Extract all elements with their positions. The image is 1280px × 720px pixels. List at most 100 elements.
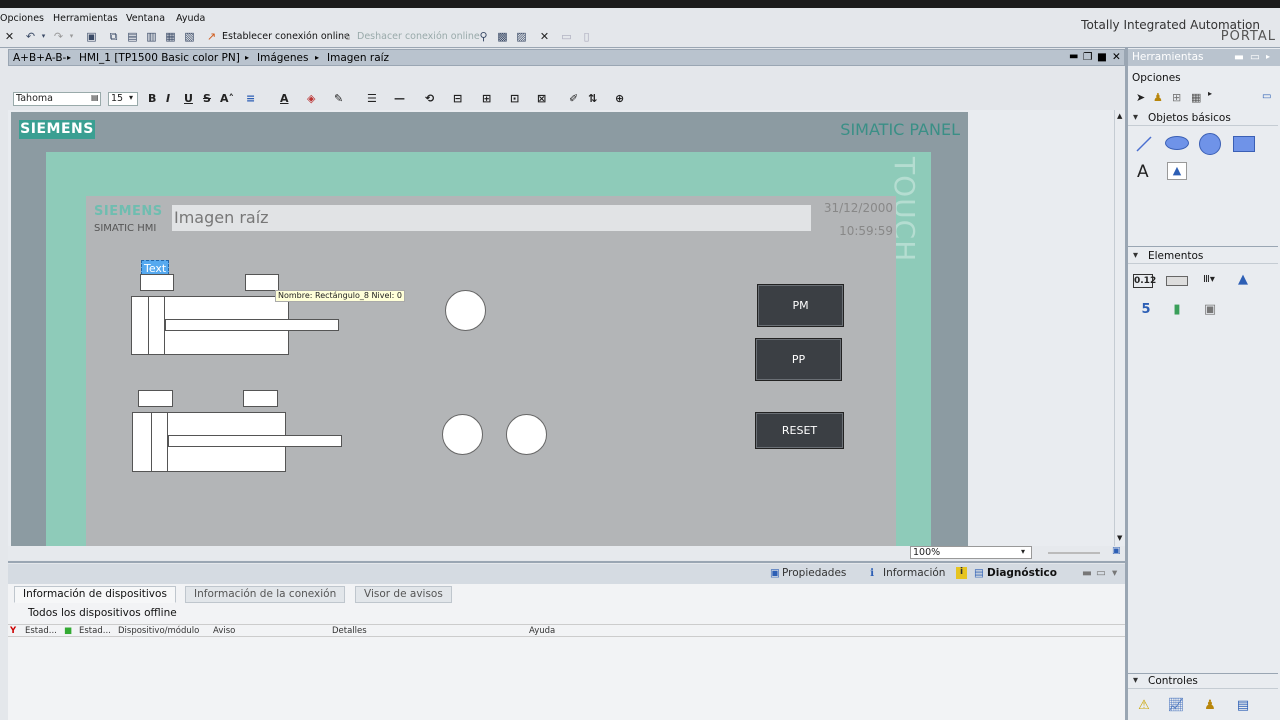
hmi-text-field-selected[interactable]: Text xyxy=(141,260,170,275)
align-objects-icon[interactable]: ⊟ xyxy=(453,92,462,105)
connect-online-button[interactable]: Establecer conexión online xyxy=(222,31,350,42)
io-field-icon[interactable]: 0.12 xyxy=(1133,274,1156,288)
maximize-icon[interactable]: ■ xyxy=(1097,51,1107,63)
sensor-rectangle[interactable] xyxy=(138,390,173,407)
column-message[interactable]: Aviso xyxy=(213,626,235,636)
tab-connection-info[interactable]: Información de la conexión xyxy=(185,586,346,603)
superscript-icon[interactable]: A˄ xyxy=(220,92,234,105)
collapse-icon[interactable]: ▾ xyxy=(1133,250,1138,261)
restore-icon[interactable]: ❐ xyxy=(1083,51,1092,63)
zoom-tool-icon[interactable]: ⊕ xyxy=(615,92,624,105)
line-tool-icon[interactable] xyxy=(1134,134,1154,154)
tools-pin-icon[interactable]: ▸ xyxy=(1266,52,1270,61)
indicator-lamp[interactable] xyxy=(506,414,547,455)
cylinder-a-rod[interactable] xyxy=(165,319,339,331)
editor-vertical-scrollbar[interactable]: ▲ ▼ xyxy=(1114,110,1125,546)
hmi-screen[interactable]: SIEMENS SIMATIC HMI Imagen raíz 31/12/20… xyxy=(86,196,896,546)
tab-device-info[interactable]: Información de dispositivos xyxy=(14,586,176,603)
menu-ventana[interactable]: Ventana xyxy=(126,13,165,24)
same-size-icon[interactable]: ⊡ xyxy=(510,92,519,105)
symbolic-io-icon[interactable]: Ⅲ▾ xyxy=(1199,270,1219,290)
panel-collapse-icon[interactable]: ▭ xyxy=(1096,567,1106,579)
section-controls[interactable]: ▾ Controles xyxy=(1128,674,1278,689)
rotate-icon[interactable]: ⟲ xyxy=(425,92,434,105)
strikethrough-icon[interactable]: S xyxy=(203,92,211,105)
section-basic-objects[interactable]: ▾ Objetos básicos xyxy=(1128,111,1278,126)
indicator-lamp[interactable] xyxy=(442,414,483,455)
panel-restore-icon[interactable]: ▬ xyxy=(1082,567,1092,579)
view-mode-icon[interactable]: ▭ xyxy=(1262,91,1271,102)
zoom-select[interactable]: 100% xyxy=(910,546,1032,559)
cylinder-b-piston[interactable] xyxy=(151,412,168,472)
fill-color-icon[interactable]: ◈ xyxy=(307,92,315,105)
line-width-icon[interactable]: — xyxy=(394,92,405,105)
align-icon[interactable]: ≡ xyxy=(246,92,255,105)
graphic-io-icon[interactable]: ▲ xyxy=(1233,270,1253,290)
column-device-module[interactable]: Dispositivo/módulo xyxy=(118,626,199,636)
split-vertical-icon[interactable]: ▯ xyxy=(580,30,593,43)
tab-info[interactable]: Información xyxy=(883,567,945,579)
line-style-icon[interactable]: ☰ xyxy=(367,92,377,105)
sensor-rectangle[interactable] xyxy=(245,274,279,291)
accessible-devices-icon[interactable]: ⚲ xyxy=(477,30,490,43)
font-size-select[interactable]: 15 xyxy=(108,92,138,106)
cross-reference-icon[interactable]: ▩ xyxy=(496,30,509,43)
column-status-1[interactable]: Estad... xyxy=(25,626,57,636)
scroll-up-icon[interactable]: ▲ xyxy=(1117,112,1122,120)
trend-view-icon[interactable]: 📈︎ xyxy=(1166,696,1186,716)
more-tools-icon[interactable]: ▸ xyxy=(1208,89,1212,98)
breadcrumb-device[interactable]: HMI_1 [TP1500 Basic color PN] xyxy=(79,52,240,64)
undo-dropdown-icon[interactable]: ▾ xyxy=(37,30,50,43)
tools-float-icon[interactable]: ▭ xyxy=(1250,51,1260,63)
zoom-dropdown-icon[interactable]: ▾ xyxy=(1021,547,1025,556)
distribute-icon[interactable]: ⊞ xyxy=(482,92,491,105)
upload-icon[interactable]: ▦ xyxy=(164,30,177,43)
bold-icon[interactable]: B xyxy=(148,92,156,105)
sensor-rectangle[interactable] xyxy=(243,390,278,407)
font-name-dropdown-icon[interactable]: ▤ xyxy=(91,93,99,102)
cylinder-a-piston[interactable] xyxy=(148,296,165,355)
button-element-icon[interactable] xyxy=(1166,276,1188,286)
italic-icon[interactable]: I xyxy=(166,92,170,105)
cylinder-b-rod[interactable] xyxy=(168,435,342,447)
close-icon[interactable]: ✕ xyxy=(3,30,16,43)
stop-icon[interactable]: ✕ xyxy=(538,30,551,43)
order-icon[interactable]: ⇅ xyxy=(588,92,597,105)
font-name-select[interactable]: Tahoma xyxy=(13,92,101,106)
bar-element-icon[interactable]: ▮ xyxy=(1167,300,1187,320)
table-tool-icon[interactable]: ▦ xyxy=(1191,91,1201,104)
column-details[interactable]: Detalles xyxy=(332,626,367,636)
indicator-lamp[interactable] xyxy=(445,290,486,331)
underline-icon[interactable]: U xyxy=(184,92,193,105)
tab-diagnostics[interactable]: Diagnóstico xyxy=(987,567,1057,579)
connect-online-icon[interactable]: ↗ xyxy=(205,30,218,43)
pointer-tool-icon[interactable]: ➤ xyxy=(1136,91,1145,104)
collapse-icon[interactable]: ▾ xyxy=(1133,675,1138,686)
hmi-date-field[interactable]: 31/12/2000 xyxy=(811,201,893,215)
screen-editor[interactable]: SIEMENS SIMATIC PANEL TOUCH SIEMENS SIMA… xyxy=(8,110,1114,546)
circle-tool-icon[interactable] xyxy=(1199,133,1221,155)
pp-button[interactable]: PP xyxy=(755,338,842,381)
scroll-down-icon[interactable]: ▼ xyxy=(1117,534,1122,542)
split-horizontal-icon[interactable]: ▭ xyxy=(560,30,573,43)
font-size-dropdown-icon[interactable]: ▾ xyxy=(129,93,133,102)
font-color-icon[interactable]: A xyxy=(280,92,289,105)
date-time-field-icon[interactable]: 5 xyxy=(1136,300,1156,320)
section-elements[interactable]: ▾ Elementos xyxy=(1128,249,1278,264)
zoom-fit-icon[interactable]: ▣ xyxy=(1112,546,1121,556)
download-icon[interactable]: ▥ xyxy=(145,30,158,43)
user-tool-icon[interactable]: ♟ xyxy=(1153,91,1163,104)
hmi-screen-title[interactable]: Imagen raíz xyxy=(172,205,811,231)
reset-button[interactable]: RESET xyxy=(755,412,844,449)
column-help[interactable]: Ayuda xyxy=(529,626,555,636)
copy-icon[interactable]: ⧉ xyxy=(107,30,120,43)
compile-icon[interactable]: ▤ xyxy=(126,30,139,43)
menu-herramientas[interactable]: Herramientas xyxy=(53,13,118,24)
breadcrumb-project[interactable]: A+B+A-B- xyxy=(13,52,66,64)
redo-dropdown-icon[interactable]: ▾ xyxy=(65,30,78,43)
layer-icon[interactable]: ⊠ xyxy=(537,92,546,105)
simulate-icon[interactable]: ▧ xyxy=(183,30,196,43)
recipe-view-icon[interactable]: ▤ xyxy=(1233,696,1253,716)
breadcrumb-folder[interactable]: Imágenes xyxy=(257,52,308,64)
zoom-slider[interactable] xyxy=(1048,552,1100,554)
